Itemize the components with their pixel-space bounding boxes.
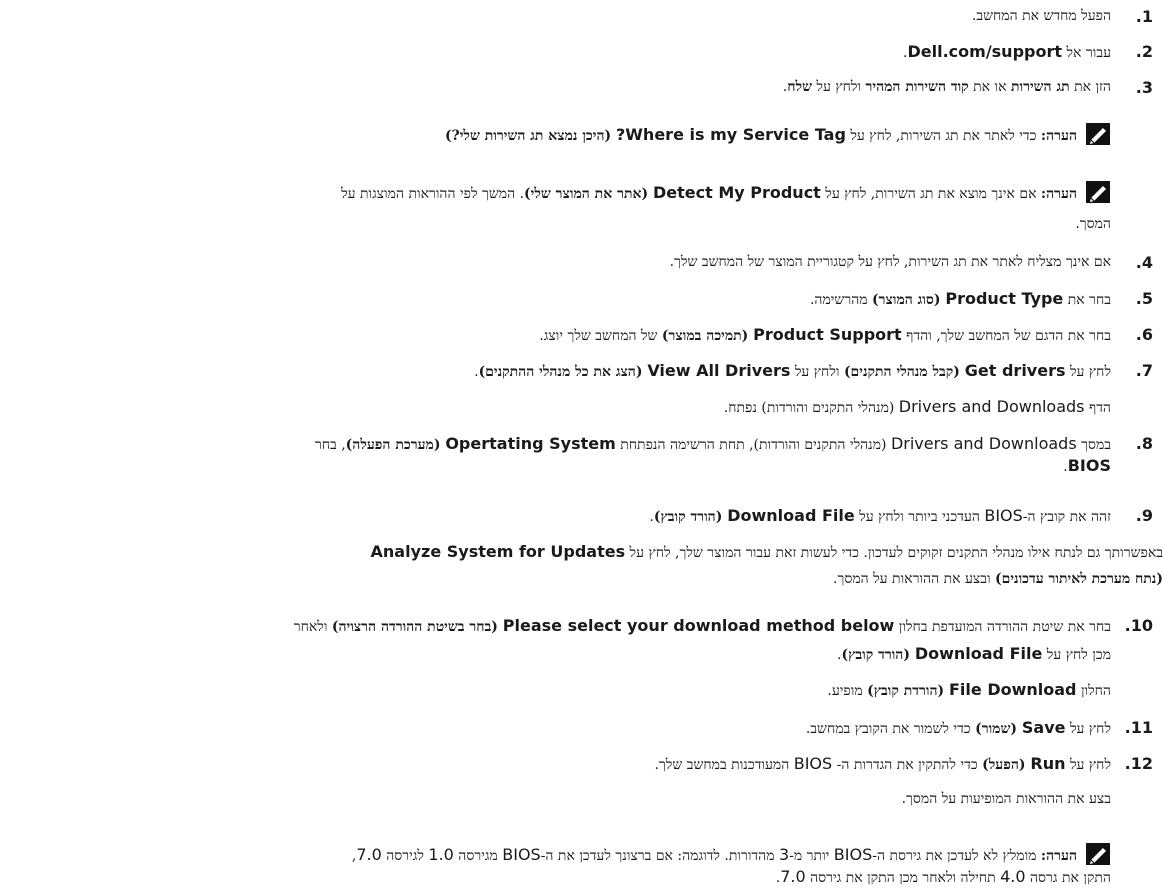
step-7-detail: הדף Drivers and Downloads (מנהלי התקנים …: [723, 397, 1111, 416]
step-text: הזן את תג השירות או את קוד השירות המהיר …: [782, 79, 1111, 95]
step-text: עבור אל Dell.com/support.: [903, 42, 1111, 61]
step-9-detail-continuation: (נתח מערכת לאיתור עדכונים) ובצע את ההורא…: [833, 571, 1163, 587]
step-11: .11 לחץ על Save (שמור) כדי לשמור את הקוב…: [0, 717, 1153, 740]
step-number: .6: [1135, 325, 1153, 344]
note-pencil-icon: [1086, 843, 1110, 865]
step-8-continuation: BIOS.: [1063, 456, 1111, 475]
step-number: .5: [1135, 289, 1153, 308]
step-number: .8: [1135, 434, 1153, 453]
step-2: .2 עבור אל Dell.com/support.: [0, 41, 1153, 64]
detect-product-link[interactable]: Detect My Product: [653, 183, 821, 202]
note-service-tag: הערה: כדי לאתר את תג השירות, לחץ על Wher…: [0, 122, 1153, 147]
step-4: .4 אם אינך מצליח לאתר את תג השירות, לחץ …: [0, 252, 1153, 273]
step-10-detail: החלון File Download (הורדת קובץ) מופיע.: [827, 680, 1111, 699]
note-bios-continuation: התקן את גרסה 4.0 תחילה ולאחר מכן התקן את…: [775, 867, 1111, 886]
note-text: הערה: אם אינך מוצא את תג השירות, לחץ על …: [0, 180, 1111, 205]
step-text: בחר את Product Type (סוג המוצר) מהרשימה.: [809, 289, 1111, 308]
step-text: לחץ על Get drivers (קבל מנהלי התקנים) ול…: [474, 361, 1111, 380]
note-text: הערה: מומלץ לא לעדכן את גירסת ה-BIOS יות…: [0, 842, 1111, 867]
step-6: .6 בחר את הדגם של המחשב שלך, והדף Produc…: [0, 324, 1153, 347]
document-page: .1 הפעל מחדש את המחשב. .2 עבור אל Dell.c…: [0, 0, 1163, 893]
step-number: .12: [1124, 754, 1153, 773]
step-12: .12 לחץ על Run (הפעל) כדי להתקין את הגדר…: [0, 753, 1153, 776]
step-number: .2: [1135, 42, 1153, 61]
step-number: .11: [1124, 718, 1153, 737]
note-pencil-icon: [1086, 181, 1110, 203]
note-pencil-icon: [1086, 123, 1110, 145]
step-text: אם אינך מצליח לאתר את תג השירות, לחץ על …: [669, 254, 1111, 270]
step-text: זהה את קובץ ה-BIOS העדכני ביותר ולחץ על …: [649, 506, 1111, 525]
step-number: .7: [1135, 361, 1153, 380]
step-number: .4: [1135, 253, 1153, 272]
step-7: .7 לחץ על Get drivers (קבל מנהלי התקנים)…: [0, 360, 1153, 383]
step-number: .3: [1135, 78, 1153, 97]
step-10-continuation: מכן לחץ על Download File (הורד קובץ).: [837, 644, 1111, 663]
note-text: הערה: כדי לאתר את תג השירות, לחץ על Wher…: [0, 122, 1111, 147]
step-text: במסך Drivers and Downloads (מנהלי התקנים…: [314, 434, 1111, 453]
step-text: הפעל מחדש את המחשב.: [971, 8, 1111, 24]
support-link[interactable]: Dell.com/support: [907, 42, 1062, 61]
note-bios-versions: הערה: מומלץ לא לעדכן את גירסת ה-BIOS יות…: [0, 842, 1153, 867]
step-text: לחץ על Run (הפעל) כדי להתקין את הגדרות ה…: [654, 754, 1111, 773]
step-number: .1: [1135, 7, 1153, 26]
step-9: .9 זהה את קובץ ה-BIOS העדכני ביותר ולחץ …: [0, 505, 1153, 528]
step-text: בחר את הדגם של המחשב שלך, והדף Product S…: [539, 325, 1111, 344]
step-9-detail: באפשרותך גם לנתח אילו מנהלי התקנים זקוקי…: [370, 542, 1163, 561]
step-text: בחר את שיטת ההורדה המועדפת בחלון Please …: [293, 616, 1111, 635]
step-12-detail: בצע את ההוראות המופיעות על המסך.: [901, 791, 1111, 807]
where-service-tag-link[interactable]: Where is my Service Tag?: [616, 125, 846, 144]
step-5: .5 בחר את Product Type (סוג המוצר) מהרשי…: [0, 288, 1153, 311]
step-number: .9: [1135, 506, 1153, 525]
step-1: .1 הפעל מחדש את המחשב.: [0, 6, 1153, 27]
step-8: .8 במסך Drivers and Downloads (מנהלי התק…: [0, 433, 1153, 456]
step-10: .10 בחר את שיטת ההורדה המועדפת בחלון Ple…: [0, 615, 1153, 638]
note-continuation: המסך.: [1075, 216, 1111, 232]
step-text: לחץ על Save (שמור) כדי לשמור את הקובץ במ…: [805, 718, 1111, 737]
step-3: .3 הזן את תג השירות או את קוד השירות המה…: [0, 77, 1153, 98]
note-detect-product: הערה: אם אינך מוצא את תג השירות, לחץ על …: [0, 180, 1153, 205]
step-number: .10: [1124, 616, 1153, 635]
analyze-system-link[interactable]: Analyze System for Updates: [371, 542, 626, 561]
